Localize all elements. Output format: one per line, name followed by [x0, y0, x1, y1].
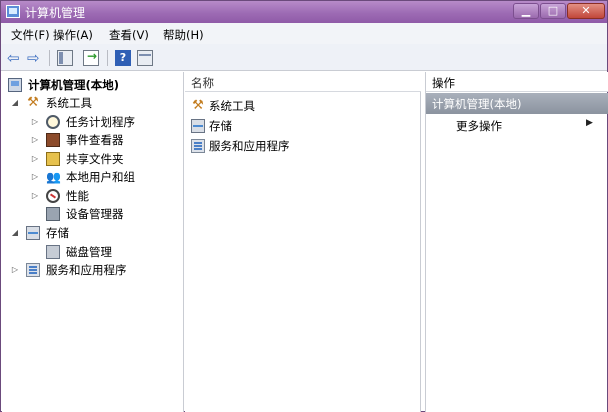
submenu-arrow-icon[interactable]: ▶ — [586, 118, 593, 128]
results-pane: 名称 ⚒ 系统工具 存储 服务和应用程序 — [185, 72, 421, 412]
expand-arrow-icon[interactable]: ▷ — [30, 150, 40, 168]
tree-item-label: 系统工具 — [46, 96, 92, 110]
tree-item-device-manager[interactable]: 设备管理器 — [8, 205, 184, 223]
actions-section-label: 计算机管理(本地) — [432, 97, 522, 111]
window-title: 计算机管理 — [25, 6, 86, 20]
minimize-button[interactable]: ▁ — [513, 3, 539, 19]
more-actions-link[interactable]: 更多操作 — [456, 118, 502, 134]
tree-item-label: 存储 — [46, 226, 69, 240]
performance-icon — [46, 189, 60, 203]
tree-item-label: 设备管理器 — [66, 207, 124, 221]
list-item-storage[interactable]: 存储 — [191, 117, 416, 135]
actions-pane: 操作 计算机管理(本地) 更多操作 ▶ — [425, 72, 608, 412]
action-pane-icon[interactable] — [137, 50, 153, 66]
tree-item-task-scheduler[interactable]: ▷ 任务计划程序 — [8, 113, 184, 131]
tree-item-label: 服务和应用程序 — [46, 263, 127, 277]
maximize-button[interactable]: □ — [540, 3, 566, 19]
users-icon: 👥 — [46, 170, 61, 184]
shared-folder-icon — [46, 152, 60, 166]
tools-icon: ⚒ — [192, 98, 204, 113]
tree-item-services-apps[interactable]: ▷ 服务和应用程序 — [8, 261, 184, 279]
tools-icon: ⚒ — [27, 95, 39, 110]
column-header-name[interactable]: 名称 — [185, 72, 421, 92]
collapse-arrow-icon[interactable]: ◢ — [10, 94, 20, 112]
forward-arrow-icon[interactable]: ⇨ — [27, 50, 43, 66]
tree-item-local-users[interactable]: ▷ 👥 本地用户和组 — [8, 168, 184, 186]
list-item-services-apps[interactable]: 服务和应用程序 — [191, 137, 416, 155]
tree-item-system-tools[interactable]: ◢ ⚒ 系统工具 — [8, 94, 184, 112]
disk-icon — [46, 245, 60, 259]
export-list-icon[interactable] — [83, 49, 99, 66]
back-arrow-icon[interactable]: ⇦ — [7, 50, 23, 66]
tree-item-storage[interactable]: ◢ 存储 — [8, 224, 184, 242]
computer-management-icon — [6, 5, 20, 18]
menu-action[interactable]: 操作(A) — [53, 27, 93, 43]
menu-help[interactable]: 帮助(H) — [163, 27, 204, 43]
tree-item-label: 共享文件夹 — [66, 152, 124, 166]
computer-icon — [8, 78, 22, 92]
expand-arrow-icon[interactable]: ▷ — [30, 168, 40, 186]
tree-item-performance[interactable]: ▷ 性能 — [8, 187, 184, 205]
clock-icon — [46, 115, 60, 129]
column-header-label: 名称 — [191, 76, 214, 90]
computer-management-window: 计算机管理 ▁ □ ✕ 文件(F) 操作(A) 查看(V) 帮助(H) ⇦ ⇨ … — [0, 0, 608, 412]
tree-item-event-viewer[interactable]: ▷ 事件查看器 — [8, 131, 184, 149]
event-viewer-icon — [46, 133, 60, 147]
services-icon — [26, 263, 40, 277]
tree-item-label: 性能 — [66, 189, 89, 203]
device-manager-icon — [46, 207, 60, 221]
actions-header: 操作 — [426, 72, 608, 92]
tree-root-label: 计算机管理(本地) — [28, 78, 120, 92]
storage-icon — [26, 226, 40, 240]
tree-item-label: 事件查看器 — [66, 133, 124, 147]
menu-view[interactable]: 查看(V) — [109, 27, 149, 43]
menu-file[interactable]: 文件(F) — [11, 27, 50, 43]
tree-item-disk-management[interactable]: 磁盘管理 — [8, 243, 184, 261]
tree-root[interactable]: 计算机管理(本地) — [8, 76, 184, 94]
show-hide-tree-icon[interactable] — [57, 50, 73, 66]
toolbar: ⇦ ⇨ ? — [1, 44, 607, 71]
expand-arrow-icon[interactable]: ▷ — [30, 187, 40, 205]
storage-icon — [191, 119, 205, 133]
title-bar[interactable]: 计算机管理 ▁ □ ✕ — [1, 1, 607, 23]
expand-arrow-icon[interactable]: ▷ — [30, 113, 40, 131]
tree-item-label: 本地用户和组 — [66, 170, 135, 184]
tree-item-label: 任务计划程序 — [66, 115, 135, 129]
actions-header-label: 操作 — [432, 76, 455, 90]
list-item-label: 服务和应用程序 — [209, 139, 290, 153]
menu-bar: 文件(F) 操作(A) 查看(V) 帮助(H) — [1, 23, 607, 44]
tree-item-label: 磁盘管理 — [66, 245, 112, 259]
tree-item-shared-folders[interactable]: ▷ 共享文件夹 — [8, 150, 184, 168]
close-button[interactable]: ✕ — [567, 3, 605, 19]
services-icon — [191, 139, 205, 153]
actions-section-computer-management[interactable]: 计算机管理(本地) — [426, 93, 608, 114]
list-item-label: 存储 — [209, 119, 232, 133]
help-icon[interactable]: ? — [115, 50, 131, 66]
collapse-arrow-icon[interactable]: ◢ — [10, 224, 20, 242]
toolbar-separator — [107, 50, 108, 66]
expand-arrow-icon[interactable]: ▷ — [10, 261, 20, 279]
expand-arrow-icon[interactable]: ▷ — [30, 131, 40, 149]
list-item-system-tools[interactable]: ⚒ 系统工具 — [191, 97, 416, 115]
toolbar-separator — [49, 50, 50, 66]
list-item-label: 系统工具 — [209, 99, 255, 113]
console-tree: 计算机管理(本地) ◢ ⚒ 系统工具 ▷ 任务计划程序 ▷ 事件查看器 ▷ 共享… — [2, 72, 184, 412]
